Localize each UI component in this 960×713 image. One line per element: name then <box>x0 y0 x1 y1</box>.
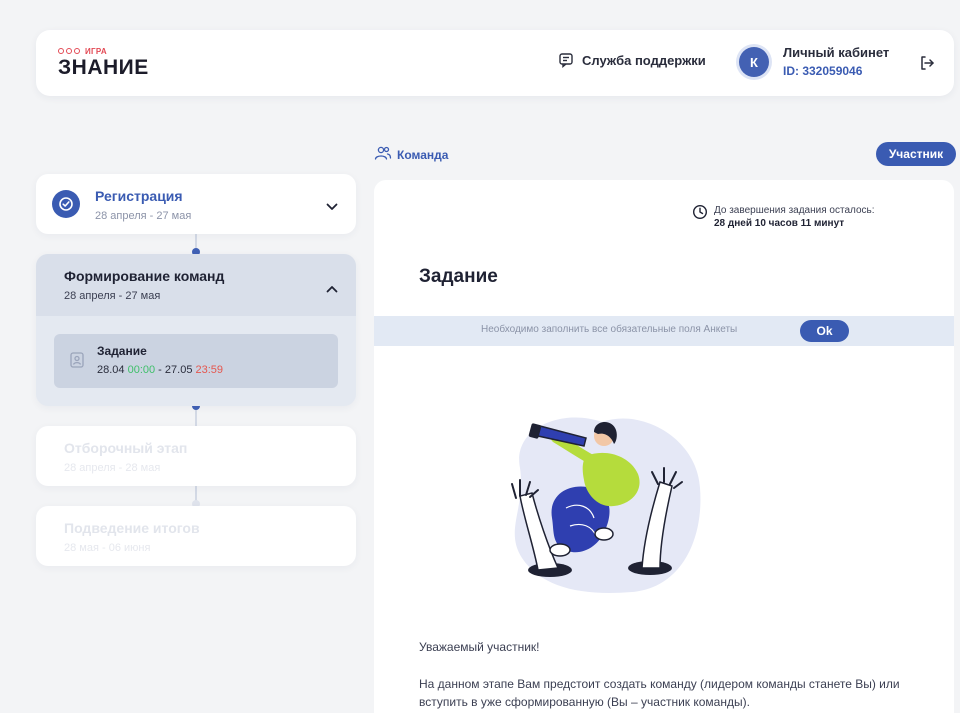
logout-icon[interactable] <box>919 55 935 76</box>
stage-team-formation: Формирование команд 28 апреля - 27 мая З… <box>36 254 356 406</box>
stage-dates: 28 мая - 06 июня <box>64 542 151 554</box>
stage-title: Регистрация <box>95 188 183 204</box>
chevron-up-icon[interactable] <box>326 280 338 298</box>
stage-title: Отборочный этап <box>64 440 188 456</box>
description-text: На данном этапе Вам предстоит создать ко… <box>419 677 900 709</box>
task-icon <box>70 352 84 373</box>
logo-top-text: ИГРА <box>85 46 107 56</box>
chat-icon <box>558 52 574 68</box>
stage-registration[interactable]: Регистрация 28 апреля - 27 мая <box>36 174 356 234</box>
task-panel: До завершения задания осталось: 28 дней … <box>374 180 954 713</box>
stage-header[interactable]: Формирование команд 28 апреля - 27 мая <box>36 254 356 316</box>
team-link-label: Команда <box>397 147 449 162</box>
stage-results: Подведение итогов 28 мая - 06 июня <box>36 506 356 566</box>
task-start-time: 00:00 <box>127 364 156 376</box>
logo-main-text: ЗНАНИЕ <box>58 56 149 79</box>
greeting-text: Уважаемый участник! <box>419 640 540 654</box>
timer-label: До завершения задания осталось: <box>714 205 875 216</box>
task-card[interactable]: Задание 28.04 00:00 - 27.05 23:59 <box>54 334 338 388</box>
logo-circles-icon <box>58 48 80 54</box>
team-icon <box>374 146 392 163</box>
task-end-time: 23:59 <box>195 364 224 376</box>
task-dates: 28.04 00:00 - 27.05 23:59 <box>97 364 224 376</box>
top-header: ИГРА ЗНАНИЕ Служба поддержки К Личный ка… <box>36 30 954 96</box>
task-illustration <box>482 398 722 603</box>
page-title: Задание <box>419 266 498 287</box>
account-link[interactable]: Личный кабинет ID: 332059046 <box>783 45 889 79</box>
stage-dates: 28 апреля - 27 мая <box>64 290 161 302</box>
team-link[interactable]: Команда <box>374 146 448 163</box>
clock-icon <box>692 204 708 230</box>
support-label: Служба поддержки <box>582 52 706 68</box>
notice-text: Необходимо заполнить все обязательные по… <box>481 324 738 335</box>
avatar[interactable]: К <box>739 47 769 77</box>
chevron-down-icon[interactable] <box>326 198 338 216</box>
check-icon <box>52 190 80 218</box>
account-label: Личный кабинет <box>783 45 890 60</box>
deadline-timer: До завершения задания осталось: 28 дней … <box>692 204 875 230</box>
timer-value: 28 дней 10 часов 11 минут <box>714 218 845 229</box>
notice-bar: Необходимо заполнить все обязательные по… <box>374 316 954 346</box>
stage-dates: 28 апреля - 28 мая <box>64 462 161 474</box>
stage-title: Формирование команд <box>64 268 225 284</box>
stage-qualifying: Отборочный этап 28 апреля - 28 мая <box>36 426 356 486</box>
ok-button[interactable]: Ok <box>800 320 849 342</box>
logo[interactable]: ИГРА ЗНАНИЕ <box>58 46 149 79</box>
task-title: Задание <box>97 344 147 358</box>
support-link[interactable]: Служба поддержки <box>558 52 706 68</box>
account-id: ID: 332059046 <box>783 64 863 78</box>
stage-dates: 28 апреля - 27 мая <box>95 210 192 222</box>
role-badge: Участник <box>876 142 956 166</box>
stage-title: Подведение итогов <box>64 520 200 536</box>
